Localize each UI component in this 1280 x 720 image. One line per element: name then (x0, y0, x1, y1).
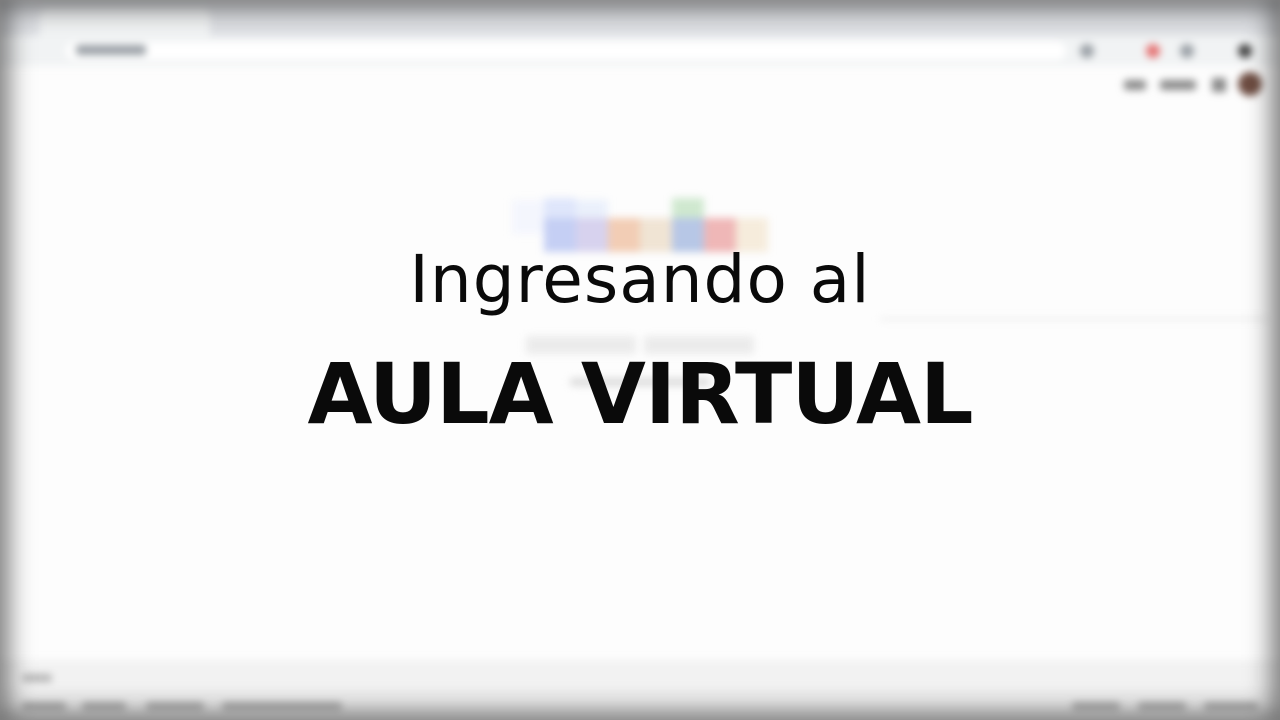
extension-icon[interactable] (1180, 44, 1194, 58)
title-overlay: Ingresando al AULA VIRTUAL (0, 232, 1280, 444)
footer-link[interactable] (22, 702, 66, 710)
logo-fragment (512, 200, 544, 234)
title-line-2: AULA VIRTUAL (307, 345, 973, 443)
footer-link[interactable] (222, 702, 342, 710)
footer-link[interactable] (1072, 702, 1120, 710)
title-line-1: Ingresando al (409, 241, 871, 318)
account-avatar-icon[interactable] (1238, 72, 1262, 96)
footer-link[interactable] (1204, 702, 1258, 710)
google-apps-icon[interactable] (1212, 78, 1226, 92)
address-bar[interactable] (66, 42, 1066, 60)
footer-link[interactable] (82, 702, 126, 710)
images-link[interactable] (1160, 80, 1196, 90)
footer-link[interactable] (146, 702, 204, 710)
browser-menu-icon[interactable] (1238, 44, 1252, 58)
address-bar-text (76, 45, 146, 55)
footer-country (22, 674, 52, 682)
footer-divider (0, 692, 1280, 693)
footer-link[interactable] (1138, 702, 1186, 710)
page-footer (0, 660, 1280, 720)
extension-icon[interactable] (1146, 44, 1160, 58)
browser-tab[interactable] (40, 8, 210, 36)
gmail-link[interactable] (1124, 80, 1146, 90)
bookmark-icon[interactable] (1080, 44, 1094, 58)
